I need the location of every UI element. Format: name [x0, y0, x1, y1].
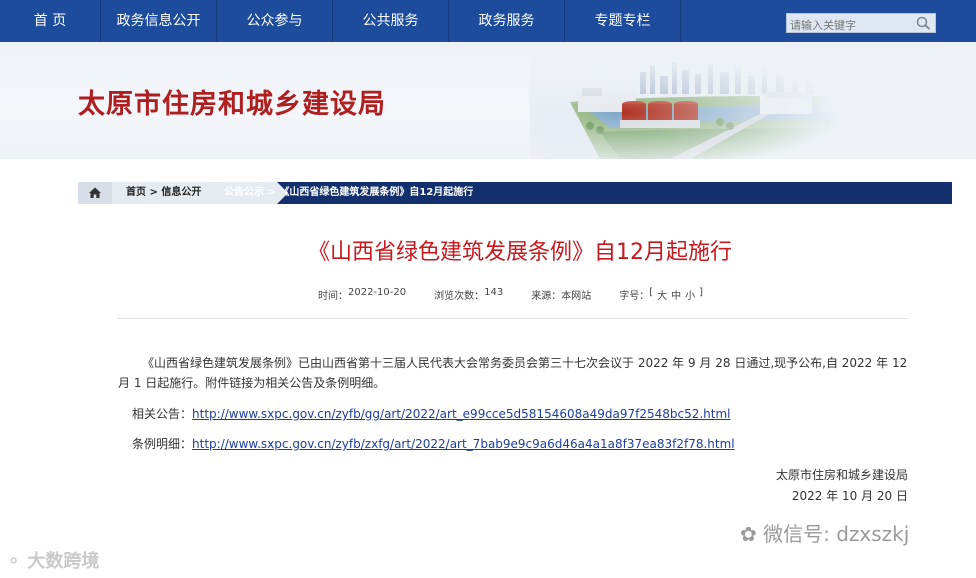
- site-title: 太原市住房和城乡建设局: [78, 89, 386, 120]
- nav-divider: [680, 0, 681, 42]
- breadcrumb-current: 《山西省绿色建筑发展条例》自12月起施行: [279, 187, 474, 198]
- article-signature: 太原市住房和城乡建设局: [775, 468, 908, 482]
- fontsize-small-button[interactable]: 小: [685, 287, 695, 302]
- meta-fontsize-label: 字号：: [619, 291, 650, 302]
- meta-divider: [118, 318, 908, 319]
- meta-time-value: 2022-10-20: [348, 287, 407, 298]
- article-meta: 时间： 2022-10-20 浏览次数： 143 来源： 本网站 字号： [ 大…: [318, 287, 703, 302]
- article-title: 《山西省绿色建筑发展条例》自12月起施行: [308, 240, 732, 265]
- breadcrumb-separator: >: [149, 187, 158, 198]
- regulation-detail-link[interactable]: http://www.sxpc.gov.cn/zyfb/zxfg/art/202…: [192, 437, 735, 451]
- related-notice-link[interactable]: http://www.sxpc.gov.cn/zyfb/gg/art/2022/…: [192, 407, 730, 421]
- nav-home[interactable]: 首 页: [0, 0, 100, 42]
- related-notice-row: 相关公告：http://www.sxpc.gov.cn/zyfb/gg/art/…: [132, 405, 731, 422]
- wechat-icon: ✿: [740, 522, 757, 546]
- nav-gov-info[interactable]: 政务信息公开: [101, 0, 216, 42]
- fontsize-bracket: [: [649, 287, 654, 298]
- watermark-left: ⚬ 大数跨境: [6, 547, 99, 573]
- watermark-right-text: 微信号: dzxszkj: [763, 522, 910, 546]
- meta-views-value: 143: [484, 287, 504, 298]
- regulation-detail-label: 条例明细：: [132, 437, 193, 451]
- watermark-logo-icon: ⚬: [6, 551, 22, 572]
- breadcrumb-separator: >: [267, 187, 276, 198]
- top-navigation: 首 页 政务信息公开 公众参与 公共服务 政务服务 专题专栏: [0, 0, 976, 42]
- article-date: 2022 年 10 月 20 日: [791, 489, 908, 503]
- watermark-left-text: 大数跨境: [27, 551, 100, 572]
- home-icon: [89, 187, 101, 198]
- regulation-detail-row: 条例明细：http://www.sxpc.gov.cn/zyfb/zxfg/ar…: [132, 435, 735, 452]
- fontsize-bracket: ]: [699, 287, 704, 298]
- breadcrumb-link-notices[interactable]: 公告公示: [224, 187, 264, 198]
- fontsize-medium-button[interactable]: 中: [671, 287, 681, 302]
- search-icon[interactable]: [915, 15, 933, 31]
- meta-source-label: 来源：: [531, 291, 562, 302]
- breadcrumb-link-home[interactable]: 首页: [126, 187, 146, 198]
- breadcrumb-link-info[interactable]: 信息公开: [161, 187, 201, 198]
- site-banner: 太原市住房和城乡建设局: [0, 42, 976, 159]
- nav-public-participation[interactable]: 公众参与: [217, 0, 332, 42]
- search-box: [786, 13, 936, 35]
- breadcrumb: 首页 > 信息公开 公告公示 > 《山西省绿色建筑发展条例》自12月起施行: [78, 182, 952, 204]
- meta-time-label: 时间：: [318, 291, 348, 302]
- nav-public-service[interactable]: 公共服务: [333, 0, 448, 42]
- search-input[interactable]: [787, 16, 915, 35]
- fontsize-large-button[interactable]: 大: [657, 287, 667, 302]
- city-skyline-image: [530, 42, 976, 159]
- meta-source-value: 本网站: [561, 291, 592, 302]
- watermark-right: ✿ 微信号: dzxszkj: [740, 518, 909, 547]
- article-body: 《山西省绿色建筑发展条例》已由山西省第十三届人民代表大会常务委员会第三十七次会议…: [118, 356, 908, 390]
- nav-special-topics[interactable]: 专题专栏: [565, 0, 680, 42]
- related-notice-label: 相关公告：: [132, 407, 193, 421]
- breadcrumb-home[interactable]: [78, 182, 112, 204]
- nav-gov-service[interactable]: 政务服务: [449, 0, 564, 42]
- meta-views-label: 浏览次数：: [434, 291, 485, 302]
